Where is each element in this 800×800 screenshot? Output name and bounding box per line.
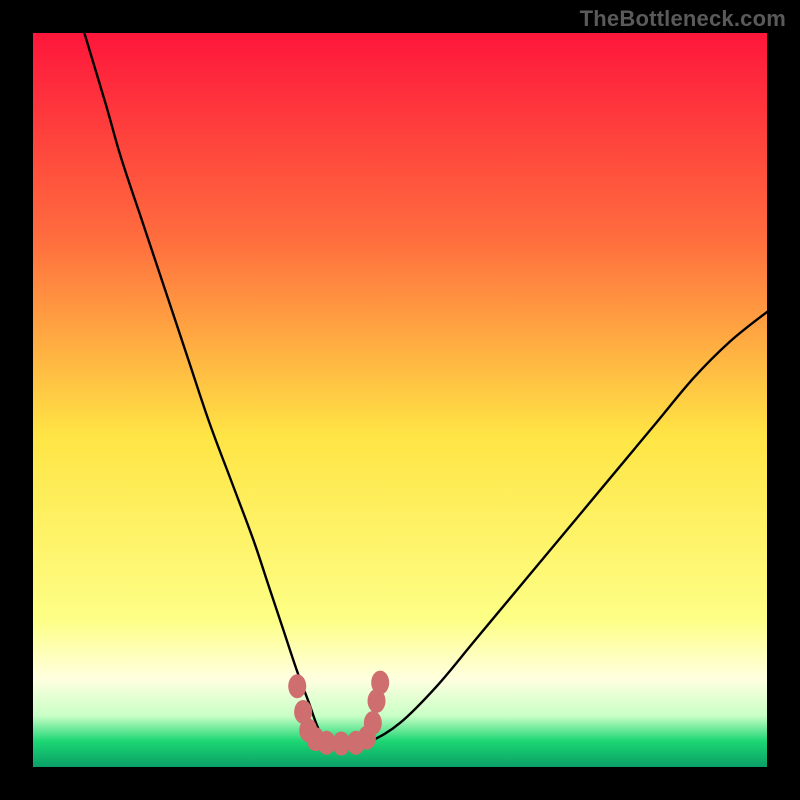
watermark-text: TheBottleneck.com xyxy=(580,6,786,32)
gradient-background xyxy=(33,33,767,767)
chart-frame: TheBottleneck.com xyxy=(0,0,800,800)
bottleneck-chart xyxy=(33,33,767,767)
marker-dot xyxy=(288,674,306,698)
marker-dot xyxy=(364,711,382,735)
plot-area xyxy=(33,33,767,767)
marker-dot xyxy=(371,671,389,695)
